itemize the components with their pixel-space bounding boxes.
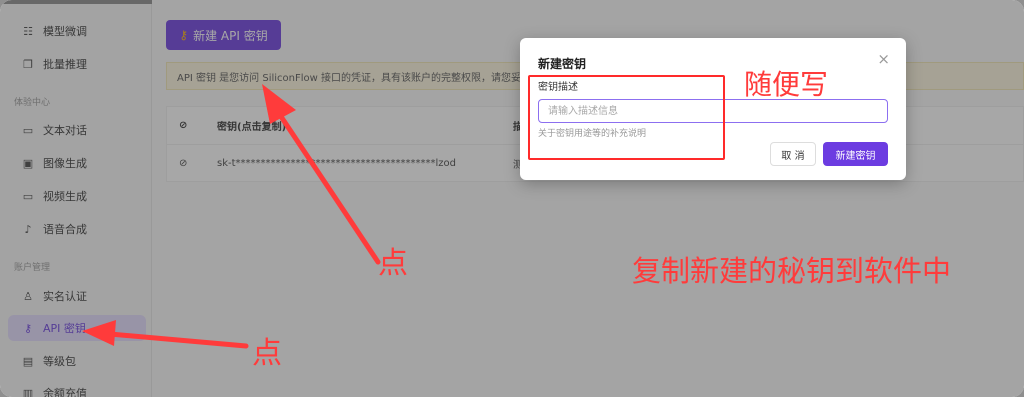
arrow-head-bottom	[82, 320, 116, 346]
annotation-arrows	[82, 84, 381, 349]
arrow-to-new-key-button	[279, 115, 381, 265]
arrow-to-api-key-nav	[107, 331, 249, 349]
app-window: ☷ 模型微调 ❐ 批量推理 体验中心 ▭ 文本对话 ▣ 图像生成 ▭ 视频生成 …	[0, 0, 1024, 397]
arrow-head-top	[262, 84, 296, 124]
